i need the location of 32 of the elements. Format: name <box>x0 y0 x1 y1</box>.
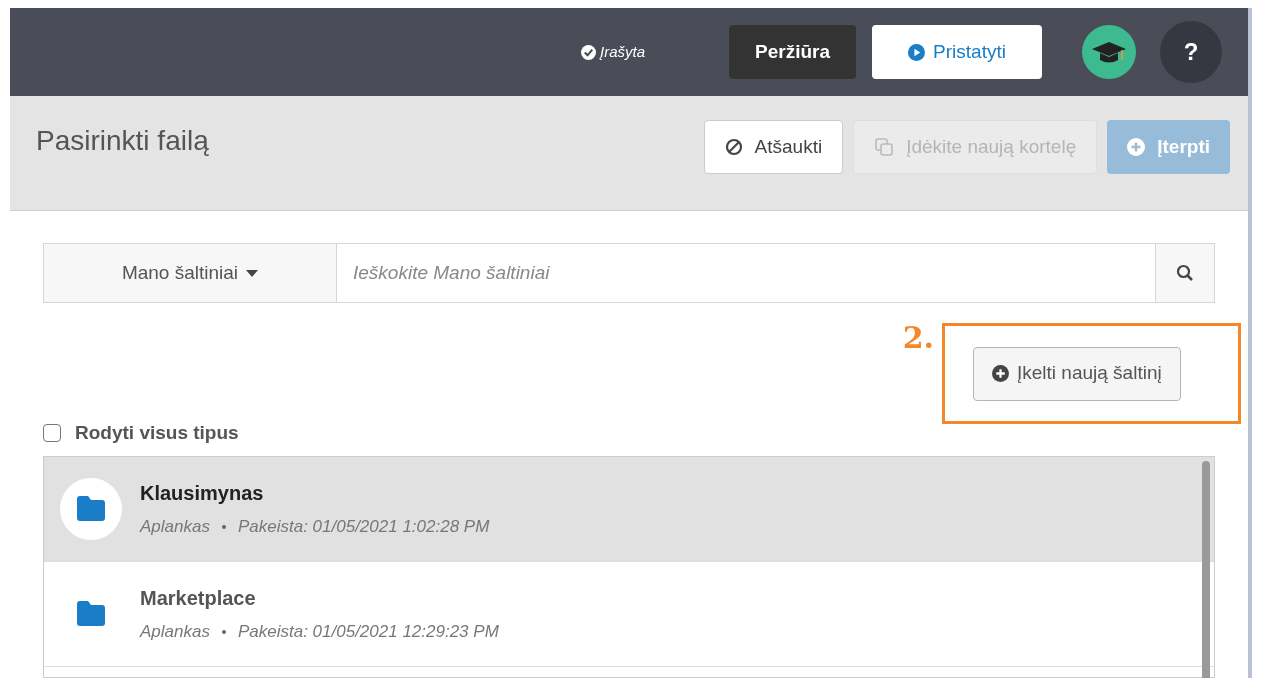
file-row[interactable]: Klausimynas Aplankas Pakeista: 01/05/2021 1:02:28 PM <box>44 456 1214 562</box>
save-status: Įrašyta <box>581 40 645 64</box>
search-icon <box>1176 264 1194 282</box>
folder-icon <box>75 495 107 522</box>
step-annotation: 2. <box>902 319 934 357</box>
prohibited-icon <box>724 138 743 156</box>
checkbox-label: Rodyti visus tipus <box>75 421 239 445</box>
source-dropdown[interactable]: Mano šaltiniai <box>43 243 337 303</box>
help-button[interactable]: ? <box>1160 21 1222 83</box>
file-name: Klausimynas <box>140 480 265 506</box>
scrollbar[interactable] <box>1202 460 1210 678</box>
cancel-button[interactable]: Atšaukti <box>703 120 844 174</box>
file-type: Aplankas <box>140 515 210 538</box>
file-name: Marketplace <box>140 585 257 611</box>
dialog-title: Pasirinkti failą <box>36 124 209 158</box>
copy-icon <box>874 137 895 157</box>
plus-circle-icon <box>992 365 1009 382</box>
modified-date: Pakeista: 01/05/2021 1:02:28 PM <box>237 515 490 538</box>
present-button[interactable]: Pristatyti <box>872 25 1042 79</box>
modified-date: Pakeista: 01/05/2021 12:29:23 PM <box>237 620 499 643</box>
caret-icon <box>246 269 259 277</box>
search-button[interactable] <box>1155 243 1215 303</box>
play-circle-icon <box>908 43 926 61</box>
upload-button[interactable]: Įkelti naują šaltinį <box>973 346 1181 401</box>
file-type: Aplankas <box>140 620 210 643</box>
search-field[interactable]: Ieškokite Mano šaltiniai <box>337 243 1155 303</box>
checkbox[interactable] <box>43 424 61 443</box>
graduation-cap-icon[interactable] <box>1082 25 1136 79</box>
folder-icon <box>75 600 107 627</box>
preview-button[interactable]: Peržiūra <box>729 25 856 79</box>
check-circle-icon <box>581 44 596 60</box>
plus-circle-icon <box>1127 138 1146 156</box>
